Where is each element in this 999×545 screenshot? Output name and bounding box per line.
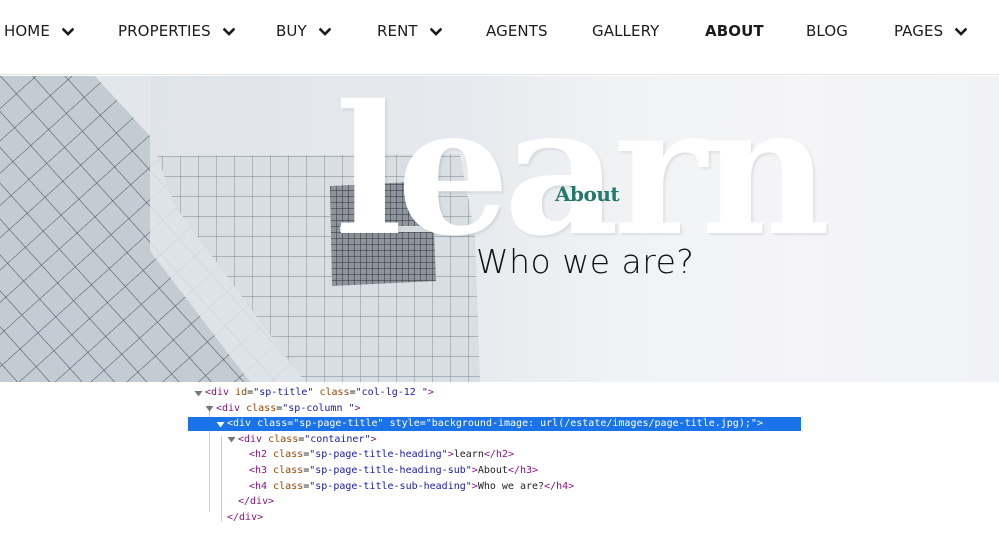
tag-close-bracket: > [427,387,434,398]
attribute-value: "col-lg-12 " [355,387,428,398]
attribute-value: "sp-page-title-heading" [309,449,448,461]
chevron-down-icon [222,27,235,37]
tag-name: <h4 [249,480,268,492]
attribute-value: "sp-title" [253,387,314,398]
chevron-down-icon [61,27,74,37]
tag-close-bracket: > [257,511,264,523]
nav-item-home[interactable]: HOME [4,21,74,41]
closing-tag: </h2> [483,449,514,461]
nav-item-label: PAGES [894,22,944,40]
expand-triangle-icon[interactable] [205,404,214,413]
expand-triangle-icon[interactable] [194,389,203,398]
nav-item-about[interactable]: ABOUT [705,21,764,41]
dom-node-row[interactable]: </div > [227,495,274,509]
nav-item-label: BUY [276,22,307,40]
nav-item-label: PROPERTIES [118,22,211,40]
node-text: About [477,465,508,476]
attribute-value: "sp-column " [282,402,355,414]
attribute-value: "sp-page-title-heading-sub" [309,465,472,476]
nav-item-gallery[interactable]: GALLERY [592,21,659,41]
node-text: Who we are? [477,480,545,492]
nav-item-buy[interactable]: BUY [276,21,331,41]
chevron-down-icon [318,27,331,37]
tag-close-bracket: > [354,402,361,414]
expand-triangle-icon[interactable] [227,435,236,444]
attribute-value: "container" [304,433,371,445]
dom-node-row[interactable]: <h4 class = "sp-page-title-sub-heading" > Wh… [238,480,574,494]
closing-tag: </h3> [507,465,539,476]
page-title-sub-heading: Who we are? [476,242,695,281]
tag-close-bracket: > [268,496,275,508]
attribute-name: class [257,418,288,430]
tag-name: </div [238,496,269,508]
tag-close-bracket: > [756,418,763,430]
dom-node-row[interactable]: <h2 class = "sp-page-title-heading" > learn <… [238,448,514,462]
dom-node-row[interactable]: <div class = "sp-column " > [205,402,361,416]
expand-triangle-icon[interactable] [216,420,225,429]
attribute-name: id [235,387,248,398]
nav-item-rent[interactable]: RENT [377,21,442,41]
nav-item-label: HOME [4,22,50,40]
tag-name: <div [216,402,241,414]
devtools-elements-tree: <div id = "sp-title" class = "col-lg-12 " > <d… [0,382,999,545]
main-navigation: HOME PROPERTIES BUY RENT AGENTS GALLERY … [0,0,999,75]
attribute-name: class [246,402,277,414]
nav-item-pages[interactable]: PAGES [894,21,968,41]
dom-node-row[interactable]: <h3 class = "sp-page-title-heading-sub" > Ab… [238,464,538,478]
nav-item-blog[interactable]: BLOG [806,21,848,41]
tag-name: <div [205,387,230,398]
attribute-value: "sp-page-title" [293,418,384,430]
attribute-value: "sp-page-title-sub-heading" [309,480,472,492]
attribute-name: class [268,433,299,445]
nav-item-agents[interactable]: AGENTS [486,21,548,41]
tree-guide-line [221,436,222,522]
page-title-heading: learn [335,76,830,275]
dom-node-row[interactable]: <div id = "sp-title" class = "col-lg-12 " > [194,386,434,400]
tag-name: <h2 [249,449,268,461]
tag-name: <div [238,433,263,445]
nav-item-label: BLOG [806,22,848,40]
dom-node-row[interactable]: <div class = "container" > [227,433,377,447]
tag-close-bracket: > [370,433,377,445]
tag-name: <div [227,418,252,430]
dom-node-row[interactable]: </div > [216,511,263,525]
attribute-name: class [273,465,304,476]
chevron-down-icon [429,27,442,37]
page-title-banner: learn About Who we are? [0,76,999,382]
attribute-name: class [319,387,350,398]
attribute-value: "background-image: url(/estate/images/pa… [425,418,757,430]
attribute-name: class [273,449,304,461]
page-title-heading-sub: About [555,182,620,206]
node-text: learn [453,449,484,461]
chevron-down-icon [955,27,968,37]
nav-item-label: RENT [377,22,418,40]
nav-item-label: AGENTS [486,22,548,40]
nav-item-label: ABOUT [705,22,764,40]
attribute-name: style [389,418,420,430]
nav-item-label: GALLERY [592,22,660,40]
nav-item-properties[interactable]: PROPERTIES [118,21,235,41]
tag-name: </div [227,511,258,523]
closing-tag: </h4> [544,480,575,492]
attribute-name: class [273,480,304,492]
dom-node-row[interactable]: <div class = "sp-page-title" style = "backgr… [188,417,801,432]
tag-name: <h3 [249,465,268,476]
